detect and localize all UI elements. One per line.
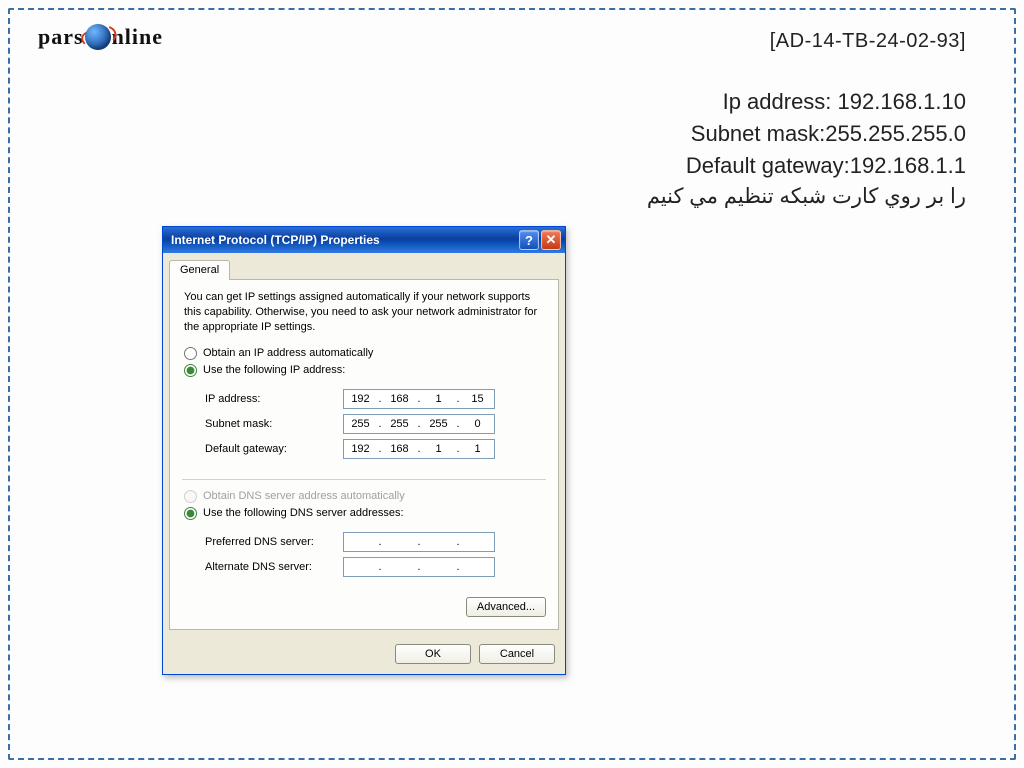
alternate-dns-input[interactable]: . . . [343, 557, 495, 577]
radio-ip-manual-label: Use the following IP address: [203, 364, 345, 376]
radio-dns-manual-row[interactable]: Use the following DNS server addresses: [182, 507, 546, 520]
document-code: [AD-14-TB-24-02-93] [770, 30, 966, 53]
adns-oct-4[interactable] [461, 558, 494, 576]
default-gateway-input[interactable]: 192. 168. 1. 1 [343, 439, 495, 459]
radio-dns-auto-label: Obtain DNS server address automatically [203, 490, 405, 502]
radio-ip-manual[interactable] [184, 364, 197, 377]
info-subnet: Subnet mask:255.255.255.0 [647, 118, 966, 150]
gw-oct-2[interactable]: 168 [383, 440, 416, 458]
info-ip: Ip address: 192.168.1.10 [647, 86, 966, 118]
subnet-mask-input[interactable]: 255. 255. 255. 0 [343, 414, 495, 434]
gw-oct-1[interactable]: 192 [344, 440, 377, 458]
radio-ip-auto-row[interactable]: Obtain an IP address automatically [182, 347, 546, 360]
gw-oct-4[interactable]: 1 [461, 440, 494, 458]
tab-general[interactable]: General [169, 260, 230, 280]
separator [182, 479, 546, 480]
radio-dns-manual[interactable] [184, 507, 197, 520]
parsonline-logo: pars nline [38, 24, 163, 50]
subnet-oct-2[interactable]: 255 [383, 415, 416, 433]
advanced-button[interactable]: Advanced... [466, 597, 546, 617]
pdns-oct-3[interactable] [422, 533, 455, 551]
tcpip-properties-dialog: Internet Protocol (TCP/IP) Properties ? … [162, 226, 566, 675]
info-farsi: را بر روي كارت شبكه تنظيم مي كنيم [647, 182, 966, 212]
info-gateway: Default gateway:192.168.1.1 [647, 150, 966, 182]
general-panel: You can get IP settings assigned automat… [169, 279, 559, 630]
adns-oct-3[interactable] [422, 558, 455, 576]
ip-oct-1[interactable]: 192 [344, 390, 377, 408]
radio-ip-manual-row[interactable]: Use the following IP address: [182, 364, 546, 377]
ip-oct-4[interactable]: 15 [461, 390, 494, 408]
network-info-block: Ip address: 192.168.1.10 Subnet mask:255… [647, 86, 966, 212]
ip-address-input[interactable]: 192. 168. 1. 15 [343, 389, 495, 409]
subnet-oct-4[interactable]: 0 [461, 415, 494, 433]
radio-ip-auto-label: Obtain an IP address automatically [203, 347, 373, 359]
preferred-dns-label: Preferred DNS server: [205, 536, 343, 548]
adns-oct-2[interactable] [383, 558, 416, 576]
cancel-button[interactable]: Cancel [479, 644, 555, 664]
logo-text-suffix: nline [112, 24, 163, 50]
subnet-oct-1[interactable]: 255 [344, 415, 377, 433]
gw-oct-3[interactable]: 1 [422, 440, 455, 458]
preferred-dns-input[interactable]: . . . [343, 532, 495, 552]
subnet-oct-3[interactable]: 255 [422, 415, 455, 433]
subnet-mask-label: Subnet mask: [205, 418, 343, 430]
pdns-oct-4[interactable] [461, 533, 494, 551]
alternate-dns-label: Alternate DNS server: [205, 561, 343, 573]
advanced-row: Advanced... [182, 597, 546, 617]
close-button[interactable]: ✕ [541, 230, 561, 250]
close-icon: ✕ [546, 232, 557, 248]
ip-fields: IP address: 192. 168. 1. 15 Subnet mask:… [182, 381, 546, 471]
description-text: You can get IP settings assigned automat… [184, 290, 544, 335]
pdns-oct-2[interactable] [383, 533, 416, 551]
pdns-oct-1[interactable] [344, 533, 377, 551]
ok-button[interactable]: OK [395, 644, 471, 664]
window-title: Internet Protocol (TCP/IP) Properties [171, 233, 517, 247]
globe-icon [85, 24, 111, 50]
radio-ip-auto[interactable] [184, 347, 197, 360]
ip-oct-3[interactable]: 1 [422, 390, 455, 408]
dns-fields: Preferred DNS server: . . . Alternate DN… [182, 524, 546, 589]
help-button[interactable]: ? [519, 230, 539, 250]
logo-text-prefix: pars [38, 24, 84, 50]
radio-dns-auto-row: Obtain DNS server address automatically [182, 490, 546, 503]
titlebar[interactable]: Internet Protocol (TCP/IP) Properties ? … [163, 227, 565, 253]
ip-oct-2[interactable]: 168 [383, 390, 416, 408]
adns-oct-1[interactable] [344, 558, 377, 576]
dialog-buttons: OK Cancel [163, 636, 565, 674]
radio-dns-manual-label: Use the following DNS server addresses: [203, 507, 404, 519]
help-icon: ? [525, 233, 533, 248]
ip-address-label: IP address: [205, 393, 343, 405]
radio-dns-auto [184, 490, 197, 503]
tabstrip: General [163, 253, 565, 279]
default-gateway-label: Default gateway: [205, 443, 343, 455]
